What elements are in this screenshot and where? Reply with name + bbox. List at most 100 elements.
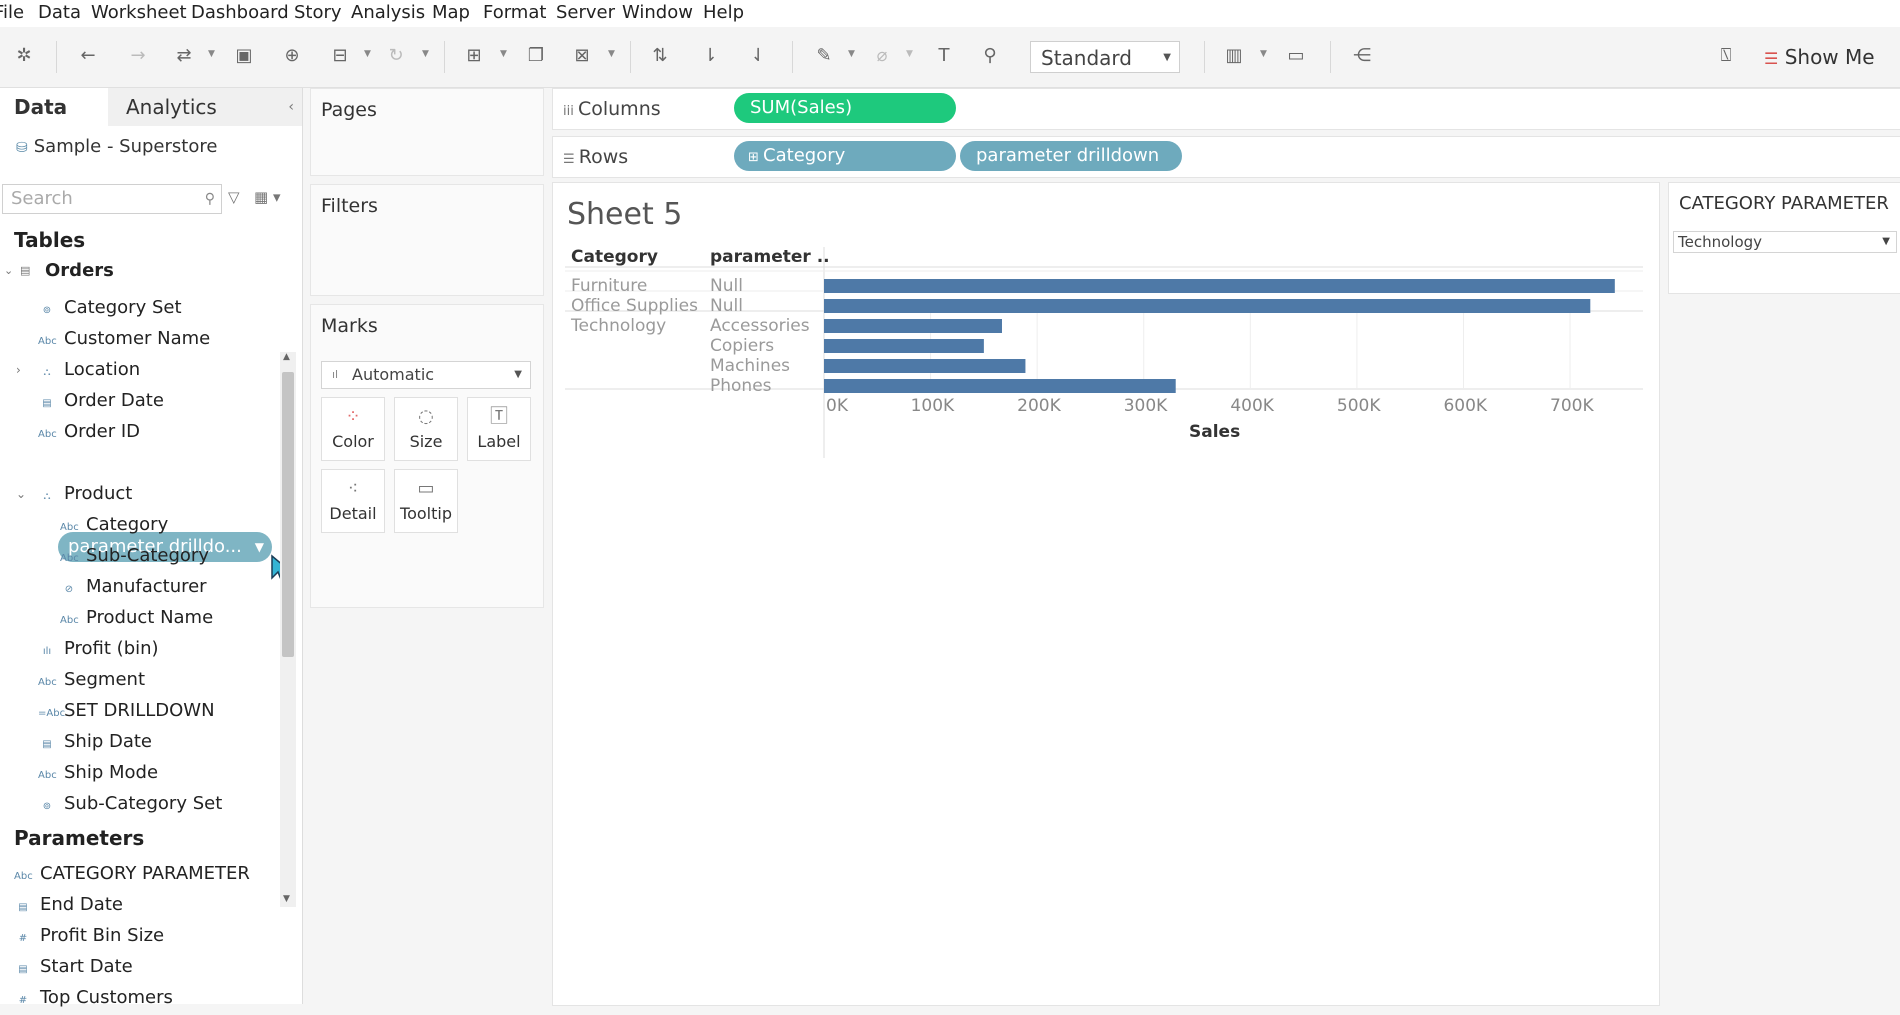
save-icon[interactable]: ▣ bbox=[232, 44, 256, 68]
field-item[interactable]: ▤ Ship Date bbox=[38, 728, 152, 756]
bar[interactable] bbox=[824, 339, 984, 353]
new-worksheet-icon[interactable]: ⊞ bbox=[462, 44, 486, 68]
duplicate-icon[interactable]: ❐ bbox=[524, 44, 548, 68]
scrollbar-thumb[interactable] bbox=[282, 372, 294, 657]
search-input[interactable]: Search ⚲ bbox=[2, 184, 222, 214]
menu-worksheet[interactable]: Worksheet bbox=[91, 2, 187, 23]
field-item[interactable]: ⌄ ⛬ Product bbox=[16, 480, 132, 508]
size-button[interactable]: ◌ Size bbox=[394, 397, 458, 461]
menu-map[interactable]: Map bbox=[432, 2, 470, 23]
bar[interactable] bbox=[824, 379, 1176, 393]
fit-select[interactable]: Standard ▼ bbox=[1030, 41, 1180, 73]
field-item[interactable]: Abc Category bbox=[60, 511, 168, 539]
chevron-right-icon[interactable]: › bbox=[16, 356, 21, 384]
field-item[interactable]: › ⛬ Location bbox=[16, 356, 140, 384]
parameter-item[interactable]: Abc CATEGORY PARAMETER bbox=[14, 860, 250, 888]
refresh-icon[interactable]: ↻ bbox=[384, 44, 408, 68]
tab-analytics[interactable]: Analytics ‹ bbox=[108, 88, 302, 126]
chevron-down-icon[interactable]: ⌄ bbox=[16, 480, 26, 508]
datasource[interactable]: ⛁ Sample - Superstore bbox=[16, 136, 217, 157]
menu-server[interactable]: Server bbox=[556, 2, 615, 23]
mark-type-select[interactable]: ıl Automatic ▼ bbox=[321, 361, 531, 389]
tab-data[interactable]: Data bbox=[0, 88, 108, 126]
pin-icon[interactable]: ⚲ bbox=[978, 44, 1002, 68]
scroll-up-icon[interactable]: ▲ bbox=[283, 352, 290, 362]
menu-window[interactable]: Window bbox=[622, 2, 693, 23]
detail-button[interactable]: ⁖ Detail bbox=[321, 469, 385, 533]
pages-card[interactable]: Pages bbox=[310, 88, 544, 176]
field-item[interactable]: ılı Profit (bin) bbox=[38, 635, 159, 663]
replay-icon[interactable]: ⇄ bbox=[172, 44, 196, 68]
show-me-button[interactable]: ☰ Show Me bbox=[1764, 41, 1875, 73]
menu-help[interactable]: Help bbox=[703, 2, 744, 23]
clear-sheet-icon[interactable]: ⊠ bbox=[570, 44, 594, 68]
label-button[interactable]: 🅃 Label bbox=[467, 397, 531, 461]
bar[interactable] bbox=[824, 359, 1026, 373]
filters-card[interactable]: Filters bbox=[310, 184, 544, 296]
undo-icon[interactable]: ← bbox=[76, 44, 100, 68]
menu-analysis[interactable]: Analysis bbox=[351, 2, 425, 23]
pill-sum-sales[interactable]: SUM(Sales) bbox=[734, 93, 956, 123]
chevron-down-icon[interactable]: ▼ bbox=[422, 49, 429, 59]
bar[interactable] bbox=[824, 319, 1002, 333]
bar-chart: Furniture Null Office Supplies Null Technolo… bbox=[565, 247, 1643, 458]
field-item[interactable]: Abc Sub-Category bbox=[60, 542, 209, 570]
menu-story[interactable]: Story bbox=[294, 2, 342, 23]
parameter-item[interactable]: ▤ Start Date bbox=[14, 953, 132, 981]
field-item[interactable]: ⊚ Category Set bbox=[38, 294, 182, 322]
bar[interactable] bbox=[824, 279, 1615, 293]
field-item[interactable]: Abc Ship Mode bbox=[38, 759, 158, 787]
table-icon: ▤ bbox=[20, 264, 31, 277]
view-options-icon[interactable]: ▦ ▾ bbox=[254, 188, 280, 206]
parameter-item[interactable]: # Top Customers bbox=[14, 984, 173, 1012]
field-item[interactable]: Abc Order ID bbox=[38, 418, 140, 446]
tooltip-button[interactable]: ▭ Tooltip bbox=[394, 469, 458, 533]
menu-file[interactable]: File bbox=[0, 2, 24, 23]
highlight-icon[interactable]: ✎ bbox=[812, 44, 836, 68]
parameter-item[interactable]: ▤ End Date bbox=[14, 891, 123, 919]
field-item[interactable]: Abc Segment bbox=[38, 666, 145, 694]
field-item[interactable]: =AbcSET DRILLDOWN bbox=[38, 697, 215, 725]
field-item[interactable]: ⊘ Manufacturer bbox=[60, 573, 207, 601]
abc-icon: Abc bbox=[38, 429, 57, 440]
collapse-icon[interactable]: ‹ bbox=[288, 88, 294, 126]
menu-data[interactable]: Data bbox=[38, 2, 81, 23]
category-parameter-select[interactable]: Technology ▼ bbox=[1673, 231, 1897, 253]
chevron-down-icon[interactable]: ▼ bbox=[1260, 49, 1267, 59]
sort-ascending-icon[interactable]: ⇂ bbox=[698, 44, 722, 68]
pill-parameter-drilldown[interactable]: parameter drilldown bbox=[960, 141, 1182, 171]
filter-icon[interactable]: ▽ bbox=[228, 188, 240, 206]
chevron-down-icon[interactable]: ▼ bbox=[848, 49, 855, 59]
field-item[interactable]: Abc Customer Name bbox=[38, 325, 210, 353]
menu-dashboard[interactable]: Dashboard bbox=[191, 2, 289, 23]
chevron-down-icon[interactable]: ▼ bbox=[906, 49, 913, 59]
chevron-down-icon[interactable]: ⌄ bbox=[4, 264, 13, 277]
pause-updates-icon[interactable]: ⊟ bbox=[328, 44, 352, 68]
guide-icon[interactable]: ⍂ bbox=[1714, 44, 1738, 68]
chevron-down-icon[interactable]: ▼ bbox=[608, 49, 615, 59]
fields-scrollbar[interactable]: ▲ ▼ bbox=[280, 352, 296, 907]
table-orders[interactable]: Orders bbox=[45, 260, 114, 281]
chevron-down-icon[interactable]: ▼ bbox=[500, 49, 507, 59]
chevron-down-icon[interactable]: ▼ bbox=[208, 49, 215, 59]
menu-format[interactable]: Format bbox=[483, 2, 546, 23]
group-icon[interactable]: ⌀ bbox=[870, 44, 894, 68]
presentation-icon[interactable]: ▭ bbox=[1284, 44, 1308, 68]
show-labels-icon[interactable]: T bbox=[932, 44, 956, 68]
redo-icon[interactable]: → bbox=[126, 44, 150, 68]
sort-descending-icon[interactable]: ⇃ bbox=[746, 44, 770, 68]
field-item[interactable]: Abc Product Name bbox=[60, 604, 213, 632]
field-item[interactable]: ⊚ Sub-Category Set bbox=[38, 790, 222, 818]
pill-category[interactable]: ⊞ Category bbox=[734, 141, 956, 171]
parameter-item[interactable]: # Profit Bin Size bbox=[14, 922, 164, 950]
color-button[interactable]: ⁘ Color bbox=[321, 397, 385, 461]
bar[interactable] bbox=[824, 299, 1591, 313]
show-cards-icon[interactable]: ▥ bbox=[1222, 44, 1246, 68]
share-icon[interactable]: ⋲ bbox=[1350, 44, 1374, 68]
tableau-logo-icon[interactable]: ✲ bbox=[12, 44, 36, 68]
field-item[interactable]: ▤ Order Date bbox=[38, 387, 164, 415]
swap-icon[interactable]: ⇅ bbox=[648, 44, 672, 68]
new-datasource-icon[interactable]: ⊕ bbox=[280, 44, 304, 68]
chevron-down-icon[interactable]: ▼ bbox=[364, 49, 371, 59]
scroll-down-icon[interactable]: ▼ bbox=[283, 894, 290, 904]
